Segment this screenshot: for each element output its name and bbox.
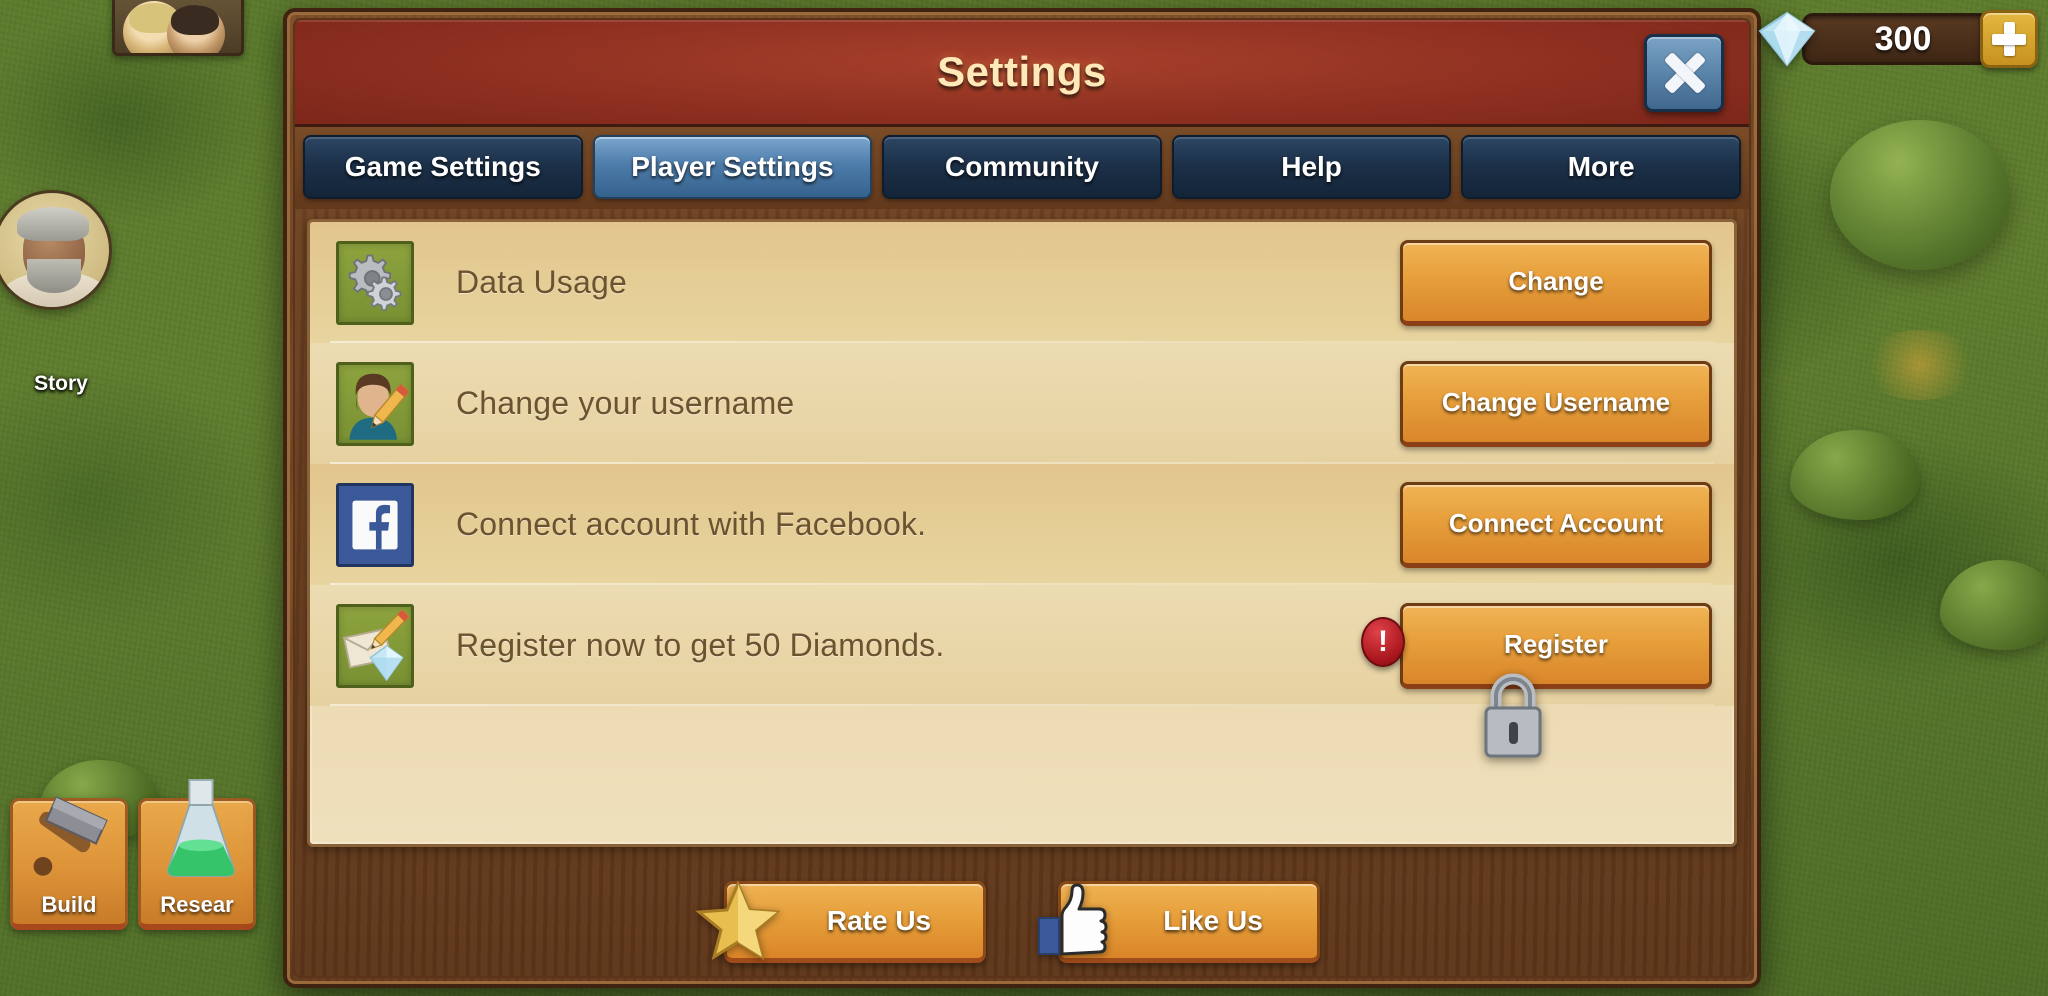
settings-row-change-username: Change your username Change Username (310, 343, 1734, 464)
tab-help[interactable]: Help (1171, 135, 1452, 199)
connect-account-button[interactable]: Connect Account (1400, 481, 1712, 568)
rate-us-button[interactable]: Rate Us (695, 880, 986, 963)
diamond-resource-bar: 300 (1756, 8, 2038, 70)
portrait-avatar (167, 5, 225, 53)
diamond-counter: 300 (1802, 13, 1990, 65)
hammer-icon (33, 796, 108, 876)
gears-icon (336, 240, 414, 325)
flask-icon (167, 779, 235, 877)
page-title: Settings (937, 48, 1107, 95)
dialog-header: Settings (295, 20, 1749, 127)
envelope-diamond-glyph (342, 609, 409, 681)
alert-badge[interactable]: ! (1361, 617, 1405, 667)
facebook-icon (336, 482, 414, 567)
row-label: Connect account with Facebook. (456, 506, 927, 542)
change-username-button[interactable]: Change Username (1400, 360, 1712, 447)
story-advisor-button[interactable] (0, 190, 112, 310)
star-icon (695, 880, 781, 961)
tab-bar: Game Settings Player Settings Community … (295, 127, 1749, 209)
research-label: Resear (160, 892, 234, 917)
close-button[interactable] (1644, 34, 1724, 112)
advisor-beard (27, 259, 81, 293)
player-portrait-bar[interactable] (112, 0, 244, 56)
diamond-icon (1758, 11, 1816, 67)
like-us-label: Like Us (1163, 905, 1263, 936)
tab-community[interactable]: Community (882, 135, 1162, 199)
row-label: Register now to get 50 Diamonds. (456, 627, 945, 663)
build-button[interactable]: Build (10, 796, 128, 930)
change-data-usage-button[interactable]: Change (1400, 239, 1712, 326)
row-label: Data Usage (456, 264, 627, 300)
tab-more[interactable]: More (1461, 135, 1741, 199)
research-button[interactable]: Resear (138, 779, 256, 930)
advisor-hair (17, 207, 89, 241)
story-label: Story (34, 372, 88, 395)
envelope-diamond-icon (336, 603, 414, 688)
facebook-glyph (352, 500, 398, 549)
add-diamonds-button[interactable] (1980, 10, 2038, 68)
rate-us-label: Rate Us (826, 905, 932, 936)
register-button[interactable]: Register (1400, 602, 1712, 689)
dialog-footer: Rate Us Like Us (295, 853, 1749, 976)
tab-game-settings[interactable]: Game Settings (303, 135, 583, 199)
plus-icon (1992, 22, 2026, 56)
avatar-pencil-icon (336, 361, 414, 446)
build-label: Build (41, 892, 97, 917)
gears-glyph (348, 254, 402, 311)
settings-dialog-inner: Settings Game Settings Player Settings C… (293, 18, 1751, 978)
scenery-flowers (1860, 330, 1980, 400)
row-label: Change your username (456, 385, 795, 421)
lock-icon (1484, 673, 1542, 758)
settings-dialog: Settings Game Settings Player Settings C… (283, 8, 1761, 988)
settings-row-connect-facebook: Connect account with Facebook. Connect A… (310, 464, 1734, 585)
tab-player-settings[interactable]: Player Settings (592, 135, 873, 199)
settings-row-data-usage: Data Usage Change (310, 222, 1734, 343)
diamond-count-value: 300 (1874, 19, 1932, 58)
scenery-tree (1830, 120, 2010, 270)
close-icon (1662, 51, 1706, 95)
avatar-pencil-glyph (349, 373, 408, 440)
hud-bottom-left-buttons: Build Resear (10, 779, 256, 930)
thumbs-up-icon (1038, 883, 1108, 956)
like-us-button[interactable]: Like Us (1038, 881, 1320, 963)
